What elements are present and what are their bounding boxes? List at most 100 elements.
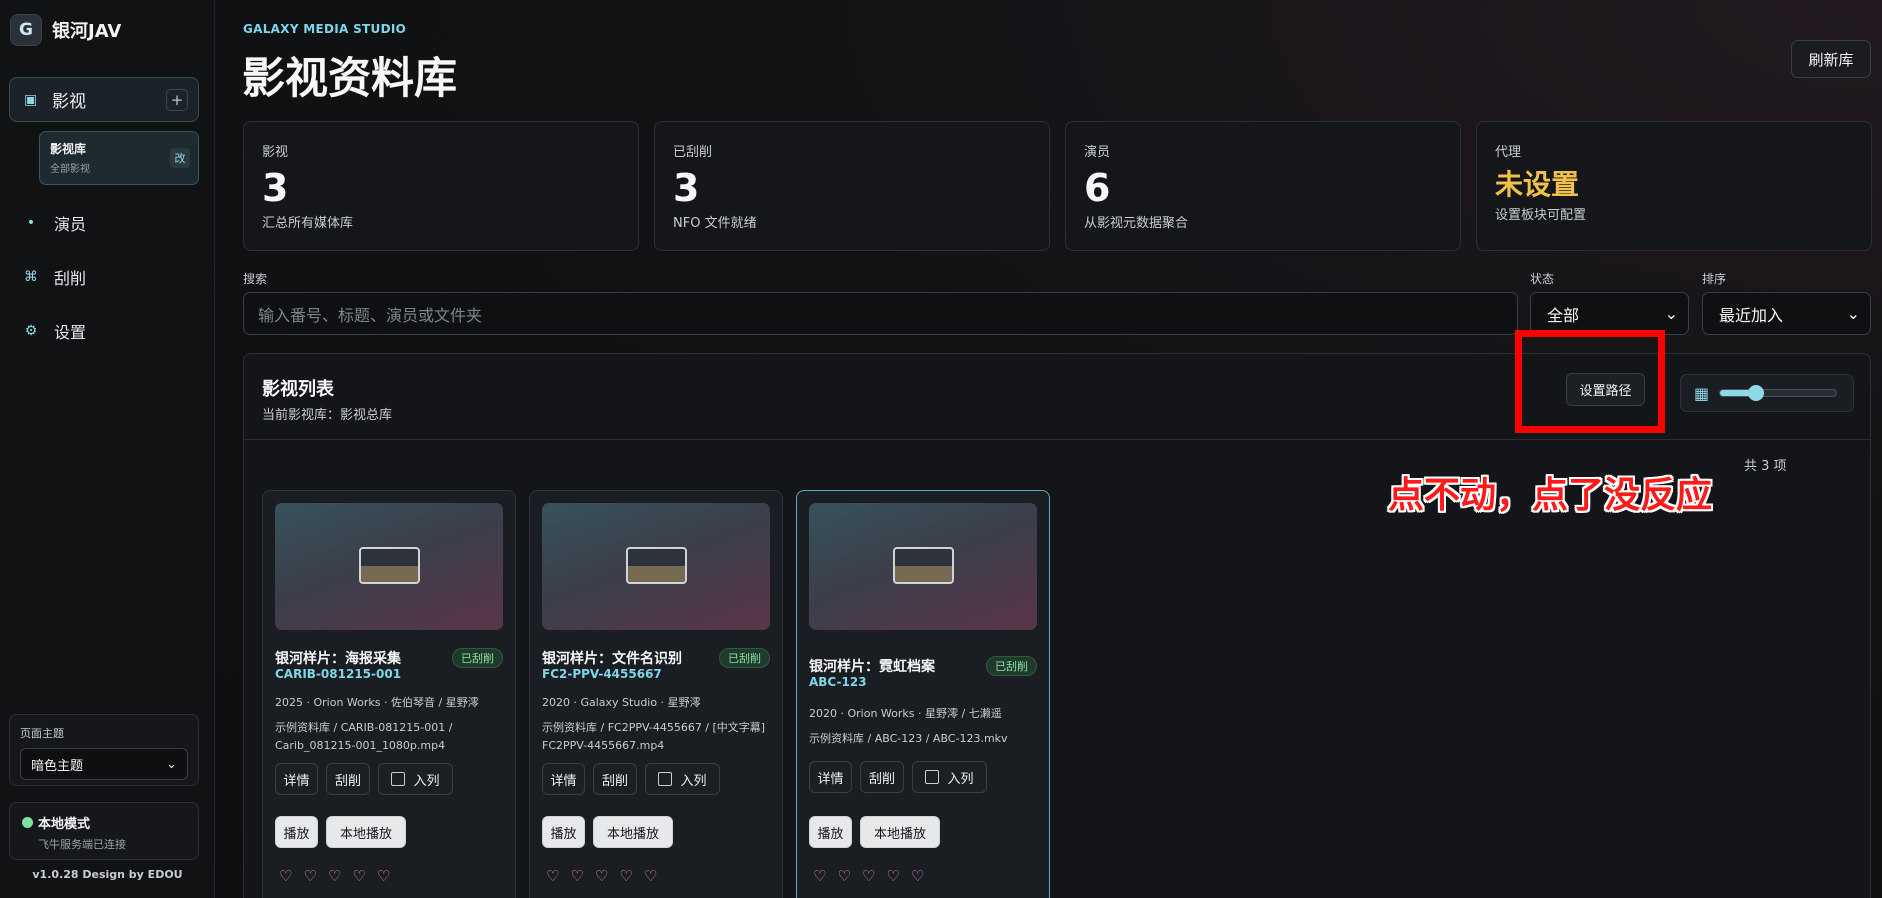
card-title: 银河样片：海报采集 [275, 651, 401, 667]
list-subtitle: 当前影视库：影视总库 [262, 408, 393, 423]
divider [244, 439, 1870, 440]
heart-icon[interactable]: ♡ [837, 867, 850, 885]
play-button[interactable]: 播放 [542, 816, 585, 848]
search-label: 搜索 [243, 272, 268, 286]
media-card[interactable]: 银河样片：文件名识别 已刮削 FC2-PPV-4455667 2020 · Ga… [529, 490, 783, 898]
slider-thumb[interactable] [1748, 385, 1765, 401]
stat-card-actors: 演员 6 从影视元数据聚合 [1065, 121, 1461, 251]
sidebar-subitem-library[interactable]: 影视库 全部影视 改 [39, 131, 199, 185]
heart-icon[interactable]: ♡ [570, 867, 583, 885]
rating-hearts[interactable]: ♡ ♡ ♡ ♡ ♡ [546, 867, 657, 885]
checkbox-icon[interactable] [925, 770, 940, 784]
version-text: v1.0.28 Design by EDOU [32, 868, 183, 881]
heart-icon[interactable]: ♡ [644, 867, 657, 885]
sidebar-item-scrape[interactable]: ⌘ 刮削 [24, 265, 86, 289]
detail-button[interactable]: 详情 [542, 763, 585, 795]
add-library-button[interactable]: + [166, 89, 188, 111]
checkbox-icon[interactable] [391, 772, 406, 786]
stat-label: 代理 [1495, 145, 1522, 160]
heart-icon[interactable]: ♡ [886, 867, 899, 885]
subitem-title: 影视库 [50, 142, 87, 156]
queue-button[interactable]: 入列 [912, 761, 987, 793]
poster-thumbnail[interactable] [809, 503, 1037, 630]
connection-status: 本地模式 飞牛服务端已连接 [9, 802, 199, 860]
annotation-text: 点不动，点了没反应 [1388, 475, 1713, 516]
chevron-down-icon: ⌄ [1664, 304, 1678, 323]
card-title: 银河样片：文件名识别 [542, 651, 682, 667]
poster-thumbnail[interactable] [542, 503, 770, 630]
heart-icon[interactable]: ♡ [377, 867, 390, 885]
poster-thumbnail[interactable] [275, 503, 503, 630]
heart-icon[interactable]: ♡ [303, 867, 316, 885]
status-desc: 飞牛服务端已连接 [38, 838, 126, 851]
stat-label: 影视 [262, 145, 289, 160]
gear-icon: ⚙ [24, 323, 38, 339]
card-path: 示例资料库 / CARIB-081215-001 / Carib_081215-… [275, 721, 453, 752]
queue-button[interactable]: 入列 [645, 763, 720, 795]
brand[interactable]: G 银河JAV [10, 14, 121, 46]
heart-icon[interactable]: ♡ [328, 867, 341, 885]
sort-label: 排序 [1702, 272, 1727, 286]
status-filter-label: 状态 [1530, 272, 1555, 286]
square-icon: ▣ [24, 91, 38, 108]
media-card[interactable]: 银河样片：海报采集 已刮削 CARIB-081215-001 2025 · Or… [262, 490, 516, 898]
media-list-panel: 影视列表 当前影视库：影视总库 设置路径 ▦ 共 3 项 银河样片：海报采集 已… [243, 353, 1871, 898]
card-meta: 2025 · Orion Works · 佐伯琴音 / 星野澪 [275, 696, 479, 709]
status-filter-select[interactable]: 全部 ⌄ [1530, 292, 1689, 335]
sidebar-item-label: 影视 [52, 92, 86, 112]
heart-icon[interactable]: ♡ [595, 867, 608, 885]
detail-button[interactable]: 详情 [809, 761, 852, 793]
stat-desc: 汇总所有媒体库 [262, 216, 354, 231]
refresh-library-button[interactable]: 刷新库 [1791, 40, 1871, 78]
sort-select[interactable]: 最近加入 ⌄ [1702, 292, 1871, 335]
media-card[interactable]: 银河样片：霓虹档案 已刮削 ABC-123 2020 · Orion Works… [796, 490, 1050, 898]
brand-logo: G [10, 14, 42, 46]
scrape-button[interactable]: 刮削 [326, 763, 370, 795]
scrape-button[interactable]: 刮削 [593, 763, 637, 795]
heart-icon[interactable]: ♡ [279, 867, 292, 885]
annotation-highlight-box [1515, 330, 1665, 433]
local-play-button[interactable]: 本地播放 [326, 816, 406, 848]
theme-label: 页面主题 [20, 727, 64, 740]
queue-label: 入列 [947, 771, 974, 787]
heart-icon[interactable]: ♡ [352, 867, 365, 885]
scraped-badge: 已刮削 [452, 648, 503, 668]
card-size-slider[interactable] [1719, 385, 1838, 401]
scrape-button[interactable]: 刮削 [860, 761, 904, 793]
theme-select[interactable]: 暗色主题 ⌄ [20, 748, 188, 780]
rating-hearts[interactable]: ♡ ♡ ♡ ♡ ♡ [813, 867, 924, 885]
sidebar-item-settings[interactable]: ⚙ 设置 [24, 319, 86, 343]
stat-card-media: 影视 3 汇总所有媒体库 [243, 121, 639, 251]
heart-icon[interactable]: ♡ [813, 867, 826, 885]
card-path: 示例资料库 / ABC-123 / ABC-123.mkv [809, 732, 1008, 745]
image-placeholder-icon [359, 547, 420, 584]
heart-icon[interactable]: ♡ [862, 867, 875, 885]
stat-desc: NFO 文件就绪 [673, 216, 757, 231]
local-play-button[interactable]: 本地播放 [860, 816, 940, 848]
play-button[interactable]: 播放 [809, 816, 852, 848]
card-code: ABC-123 [809, 675, 867, 689]
search-input[interactable]: 输入番号、标题、演员或文件夹 [243, 292, 1518, 335]
card-size-control: ▦ [1680, 374, 1854, 412]
sidebar-item-label: 设置 [54, 323, 87, 342]
scraped-badge: 已刮削 [719, 648, 770, 668]
card-title: 银河样片：霓虹档案 [809, 659, 935, 675]
list-title: 影视列表 [262, 379, 334, 400]
heart-icon[interactable]: ♡ [911, 867, 924, 885]
image-placeholder-icon [893, 547, 954, 584]
sidebar-item-actors[interactable]: • 演员 [24, 211, 86, 235]
sidebar-item-media[interactable]: ▣ 影视 + [9, 77, 199, 122]
search-placeholder: 输入番号、标题、演员或文件夹 [258, 305, 483, 325]
local-play-button[interactable]: 本地播放 [593, 816, 673, 848]
stat-value: 未设置 [1495, 168, 1580, 201]
stat-card-scraped: 已刮削 3 NFO 文件就绪 [654, 121, 1050, 251]
edit-library-button[interactable]: 改 [170, 148, 190, 168]
grid-icon: ▦ [1694, 383, 1710, 403]
play-button[interactable]: 播放 [275, 816, 318, 848]
heart-icon[interactable]: ♡ [619, 867, 632, 885]
queue-button[interactable]: 入列 [378, 763, 453, 795]
detail-button[interactable]: 详情 [275, 763, 318, 795]
heart-icon[interactable]: ♡ [546, 867, 559, 885]
rating-hearts[interactable]: ♡ ♡ ♡ ♡ ♡ [279, 867, 390, 885]
checkbox-icon[interactable] [658, 772, 673, 786]
